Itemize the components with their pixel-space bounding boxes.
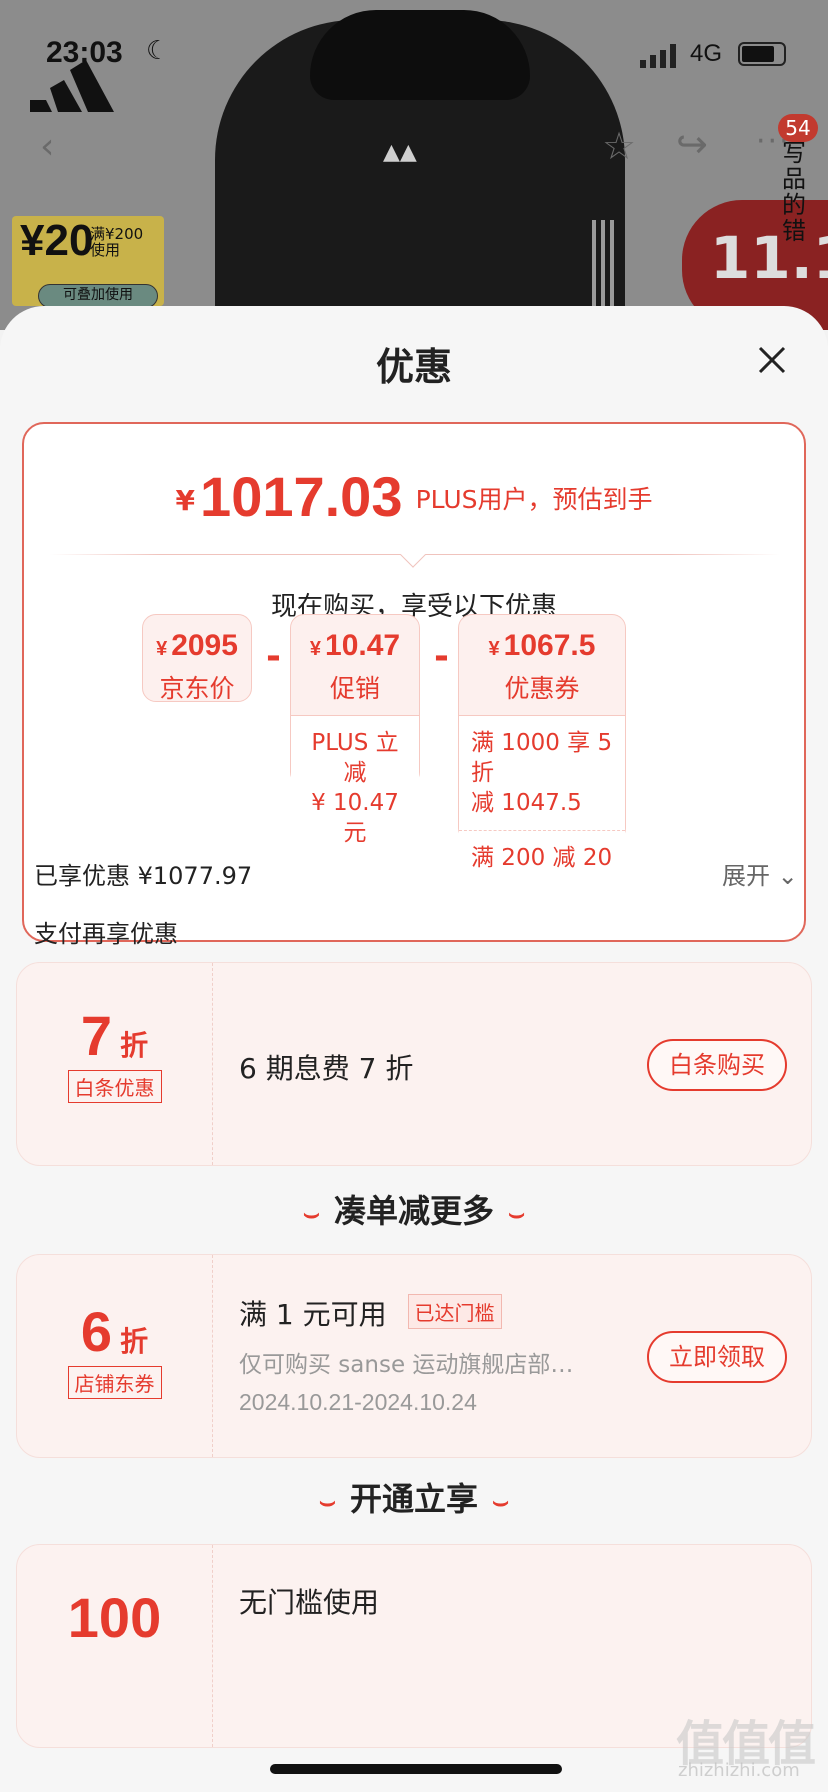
promo-coupon-condition: 满¥200 使用: [90, 225, 144, 259]
section-title-more: ⌣ 凑单减更多 ⌣: [302, 1192, 526, 1230]
home-indicator[interactable]: [270, 1764, 562, 1774]
store-coupon-title: 满 1 元可用 已达门槛: [239, 1293, 502, 1333]
baitiao-discount: 7折 白条优惠: [17, 963, 213, 1165]
adidas-chest-logo: ▲▲: [383, 140, 417, 165]
membership-title: 无门槛使用: [239, 1586, 380, 1619]
sheet-title: 优惠: [375, 345, 452, 389]
store-coupon-card: 6折 店铺东券 满 1 元可用 已达门槛 仅可购买 sanse 运动旗舰店部… …: [16, 1254, 812, 1458]
threshold-reached-badge: 已达门槛: [407, 1294, 502, 1329]
section-title-open: ⌣ 开通立享 ⌣: [318, 1480, 510, 1518]
chevron-down-icon: ⌄: [777, 862, 798, 890]
claim-coupon-button[interactable]: 立即领取: [647, 1331, 787, 1383]
store-coupon-tag: 店铺东券: [67, 1366, 162, 1399]
status-time: 23:03: [46, 36, 123, 69]
pay-more-title: 支付再享优惠: [34, 920, 178, 948]
status-bar: 23:03 ☾ 4G: [0, 30, 828, 80]
jd-price-box: ¥2095 京东价: [142, 614, 252, 703]
discount-sheet: 优惠 ¥ 1017.03 PLUS用户，预估到手 现在购买，享受以下优惠 ¥20…: [0, 306, 828, 1792]
promo-coupon-banner[interactable]: ¥20 满¥200 使用 可叠加使用: [12, 216, 164, 308]
favorite-star-icon[interactable]: ☆: [602, 124, 636, 168]
store-coupon-discount: 6折 店铺东券: [17, 1255, 213, 1457]
baitiao-desc: 6 期息费 7 折: [239, 1052, 414, 1085]
baitiao-tag: 白条优惠: [67, 1070, 162, 1103]
store-coupon-date: 2024.10.21-2024.10.24: [239, 1389, 477, 1415]
baitiao-buy-button[interactable]: 白条购买: [647, 1039, 787, 1091]
share-icon[interactable]: ↪: [676, 122, 708, 166]
store-coupon-scope: 仅可购买 sanse 运动旗舰店部…: [239, 1352, 574, 1378]
promotion-box: ¥10.47 促销 PLUS 立减 ¥ 10.47 元: [290, 614, 420, 860]
promotion-detail: PLUS 立减 ¥ 10.47 元: [291, 715, 419, 860]
battery-icon: [738, 42, 786, 66]
coupon-detail-1: 满 1000 享 5 折 减 1047.5: [459, 715, 625, 830]
estimated-price-note: PLUS用户，预估到手: [415, 485, 653, 514]
baitiao-offer-card: 7折 白条优惠 6 期息费 7 折 白条购买: [16, 962, 812, 1166]
coupon-box: ¥1067.5 优惠券 满 1000 享 5 折 减 1047.5 满 200 …: [458, 614, 626, 885]
membership-value: 100: [67, 1586, 162, 1649]
expand-button[interactable]: 展开 ⌄: [722, 856, 798, 891]
coupon-detail-2: 满 200 减 20: [459, 830, 625, 885]
promo-coupon-stack: 可叠加使用: [38, 284, 158, 308]
estimated-price: ¥ 1017.03 PLUS用户，预估到手: [175, 465, 653, 528]
signal-icon: [640, 44, 676, 68]
watermark-url: zhizhizhi.com: [678, 1760, 800, 1781]
message-count-badge: 54: [778, 114, 818, 142]
promo-coupon-amount: ¥20: [20, 216, 94, 265]
enjoyed-discount: 已享优惠 ¥1077.97: [34, 862, 253, 890]
back-icon[interactable]: ‹: [40, 126, 54, 167]
estimated-price-value: 1017.03: [200, 465, 403, 528]
minus-sign: -: [266, 636, 281, 677]
moon-icon: ☾: [146, 36, 170, 66]
minus-sign: -: [434, 636, 449, 677]
network-type: 4G: [690, 40, 723, 67]
close-icon[interactable]: [752, 340, 792, 380]
